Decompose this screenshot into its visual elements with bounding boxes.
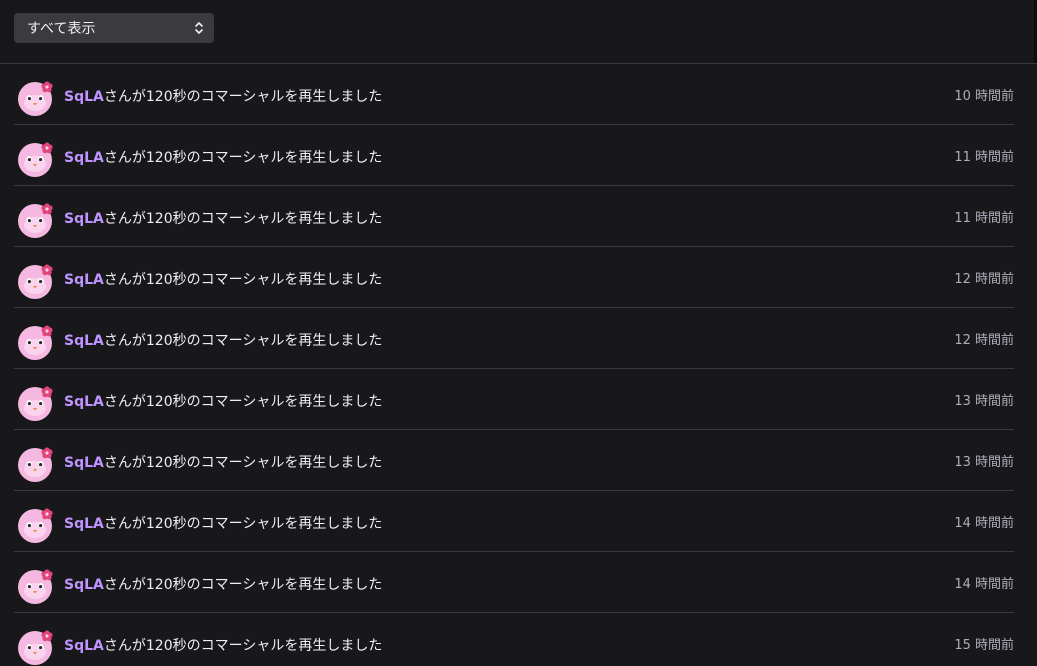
activity-text: さんが120秒のコマーシャルを再生しました: [103, 455, 383, 471]
username-link[interactable]: SqLA: [64, 577, 104, 593]
activity-row: SqLAさんが120秒のコマーシャルを再生しました 11 時間前: [14, 186, 1014, 247]
username-link[interactable]: SqLA: [64, 638, 104, 654]
activity-text: さんが120秒のコマーシャルを再生しました: [103, 272, 383, 288]
activity-message: SqLAさんが120秒のコマーシャルを再生しました: [64, 452, 382, 472]
activity-row: SqLAさんが120秒のコマーシャルを再生しました 13 時間前: [14, 369, 1014, 430]
username-link[interactable]: SqLA: [64, 333, 104, 349]
timestamp: 12 時間前: [954, 272, 1014, 287]
timestamp: 12 時間前: [954, 333, 1014, 348]
activity-text: さんが120秒のコマーシャルを再生しました: [103, 638, 383, 654]
activity-message: SqLAさんが120秒のコマーシャルを再生しました: [64, 635, 382, 655]
timestamp: 14 時間前: [954, 516, 1014, 531]
activity-row: SqLAさんが120秒のコマーシャルを再生しました 12 時間前: [14, 308, 1014, 369]
username-link[interactable]: SqLA: [64, 516, 104, 532]
chevron-up-down-icon: [194, 20, 204, 36]
activity-message: SqLAさんが120秒のコマーシャルを再生しました: [64, 330, 382, 350]
activity-row: SqLAさんが120秒のコマーシャルを再生しました 11 時間前: [14, 125, 1014, 186]
username-link[interactable]: SqLA: [64, 394, 104, 410]
activity-list: SqLAさんが120秒のコマーシャルを再生しました 10 時間前 SqLAさんが…: [14, 64, 1014, 666]
avatar[interactable]: [16, 140, 54, 178]
filter-toolbar: すべて表示: [0, 0, 1037, 64]
activity-text: さんが120秒のコマーシャルを再生しました: [103, 394, 383, 410]
avatar[interactable]: [16, 384, 54, 422]
timestamp: 15 時間前: [954, 638, 1014, 653]
avatar[interactable]: [16, 201, 54, 239]
activity-message: SqLAさんが120秒のコマーシャルを再生しました: [64, 86, 382, 106]
activity-message: SqLAさんが120秒のコマーシャルを再生しました: [64, 574, 382, 594]
activity-text: さんが120秒のコマーシャルを再生しました: [103, 577, 383, 593]
activity-filter-select[interactable]: すべて表示: [14, 13, 214, 43]
username-link[interactable]: SqLA: [64, 272, 104, 288]
username-link[interactable]: SqLA: [64, 455, 104, 471]
avatar[interactable]: [16, 506, 54, 544]
activity-message: SqLAさんが120秒のコマーシャルを再生しました: [64, 513, 382, 533]
timestamp: 10 時間前: [954, 89, 1014, 104]
activity-row: SqLAさんが120秒のコマーシャルを再生しました 14 時間前: [14, 491, 1014, 552]
username-link[interactable]: SqLA: [64, 150, 104, 166]
activity-row: SqLAさんが120秒のコマーシャルを再生しました 12 時間前: [14, 247, 1014, 308]
avatar[interactable]: [16, 628, 54, 666]
username-link[interactable]: SqLA: [64, 89, 104, 105]
filter-selected-label: すべて表示: [27, 21, 96, 37]
activity-message: SqLAさんが120秒のコマーシャルを再生しました: [64, 147, 382, 167]
avatar[interactable]: [16, 445, 54, 483]
activity-text: さんが120秒のコマーシャルを再生しました: [103, 89, 383, 105]
avatar[interactable]: [16, 262, 54, 300]
avatar[interactable]: [16, 79, 54, 117]
timestamp: 13 時間前: [954, 394, 1014, 409]
activity-feed-page: すべて表示 SqLAさんが120秒のコマーシャルを再生しました 10 時間前 S…: [0, 0, 1037, 666]
timestamp: 14 時間前: [954, 577, 1014, 592]
timestamp: 11 時間前: [954, 150, 1014, 165]
activity-row: SqLAさんが120秒のコマーシャルを再生しました 14 時間前: [14, 552, 1014, 613]
activity-row: SqLAさんが120秒のコマーシャルを再生しました 13 時間前: [14, 430, 1014, 491]
avatar[interactable]: [16, 567, 54, 605]
username-link[interactable]: SqLA: [64, 211, 104, 227]
avatar[interactable]: [16, 323, 54, 361]
activity-text: さんが120秒のコマーシャルを再生しました: [103, 211, 383, 227]
timestamp: 11 時間前: [954, 211, 1014, 226]
activity-text: さんが120秒のコマーシャルを再生しました: [103, 150, 383, 166]
activity-row: SqLAさんが120秒のコマーシャルを再生しました 15 時間前: [14, 613, 1014, 666]
timestamp: 13 時間前: [954, 455, 1014, 470]
activity-message: SqLAさんが120秒のコマーシャルを再生しました: [64, 208, 382, 228]
activity-text: さんが120秒のコマーシャルを再生しました: [103, 516, 383, 532]
activity-message: SqLAさんが120秒のコマーシャルを再生しました: [64, 269, 382, 289]
activity-message: SqLAさんが120秒のコマーシャルを再生しました: [64, 391, 382, 411]
activity-text: さんが120秒のコマーシャルを再生しました: [103, 333, 383, 349]
activity-row: SqLAさんが120秒のコマーシャルを再生しました 10 時間前: [14, 64, 1014, 125]
